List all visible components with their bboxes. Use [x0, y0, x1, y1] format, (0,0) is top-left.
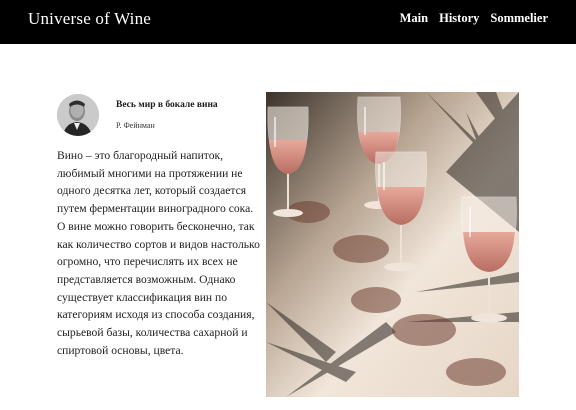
quote-title: Весь мир в бокале вина	[116, 100, 218, 110]
site-logo[interactable]: Universe of Wine	[28, 9, 151, 29]
top-navigation-bar: Universe of Wine Main History Sommelier	[0, 0, 576, 44]
wine-glasses-photo	[266, 92, 519, 397]
quote-author: Р. Фейнман	[116, 121, 155, 130]
nav-link-main[interactable]: Main	[400, 11, 428, 26]
portrait-icon	[57, 94, 99, 136]
nav-link-history[interactable]: History	[439, 11, 479, 26]
quote-block: Весь мир в бокале вина Р. Фейнман	[57, 94, 257, 138]
author-avatar	[57, 94, 99, 136]
article-text: Вино – это благородный напиток, любимый …	[57, 149, 260, 357]
rose-wine-glasses-illustration	[266, 92, 519, 397]
nav-link-sommelier[interactable]: Sommelier	[490, 11, 548, 26]
main-nav: Main History Sommelier	[400, 11, 548, 26]
